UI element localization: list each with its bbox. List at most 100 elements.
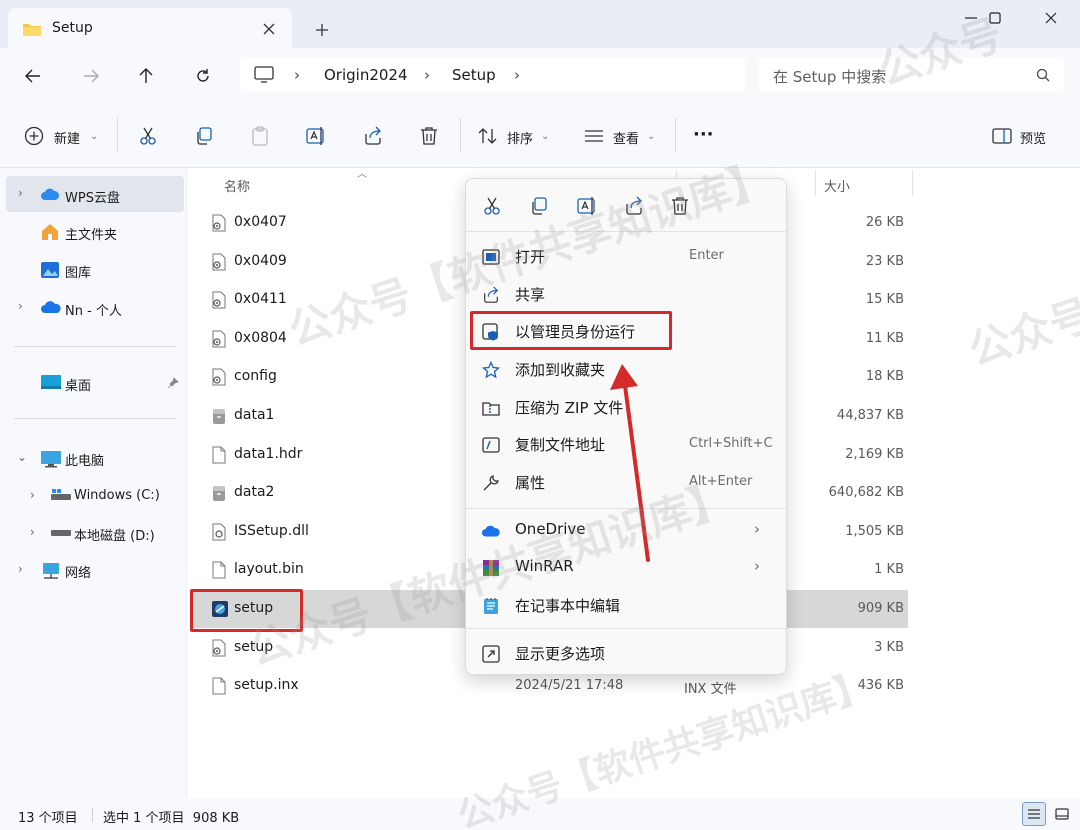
sidebar-item-label[interactable]: 桌面	[65, 375, 91, 394]
new-icon[interactable]	[22, 124, 46, 148]
file-name: data2	[234, 484, 275, 501]
sort-icon[interactable]	[476, 124, 500, 148]
menu-item-label: 显示更多选项	[515, 645, 606, 663]
file-size: 640,682 KB	[828, 485, 904, 501]
drive-icon	[50, 488, 72, 502]
share-icon[interactable]	[361, 124, 385, 148]
onedrive-icon	[40, 300, 62, 314]
back-button[interactable]	[18, 62, 48, 90]
preview-icon[interactable]	[990, 124, 1014, 148]
up-button[interactable]	[131, 62, 161, 90]
sidebar-item-label[interactable]: 本地磁盘 (D:)	[74, 525, 155, 544]
share-icon	[481, 285, 501, 305]
file-name: config	[234, 368, 277, 385]
menu-shortcut: Enter	[689, 248, 724, 263]
copy-path-icon	[481, 435, 501, 455]
delete-icon[interactable]	[417, 124, 441, 148]
onedrive-icon	[481, 521, 501, 541]
menu-shortcut: Alt+Enter	[689, 474, 753, 489]
delete-icon[interactable]	[668, 194, 692, 218]
view-button[interactable]: 查看	[613, 128, 639, 147]
column-divider[interactable]	[912, 170, 913, 196]
sidebar-divider	[14, 346, 176, 347]
chevron-down-icon: ⌄	[647, 131, 656, 142]
file-size: 436 KB	[857, 678, 904, 694]
menu-item-label: 属性	[515, 474, 546, 492]
submenu-chevron-icon: ›	[754, 557, 760, 575]
file-size: 15 KB	[865, 292, 904, 308]
chevron-down-icon: ⌄	[541, 131, 550, 142]
close-window-button[interactable]	[1028, 0, 1074, 36]
rename-icon[interactable]	[575, 194, 599, 218]
cut-icon[interactable]	[136, 124, 160, 148]
menu-item-label: 共享	[515, 286, 546, 304]
new-button[interactable]: 新建	[54, 128, 80, 147]
file-size: 1,505 KB	[845, 523, 904, 539]
settings-file-icon	[211, 253, 227, 271]
chevron-right-icon[interactable]: ›	[18, 562, 23, 576]
folder-icon	[22, 21, 42, 37]
copy-icon[interactable]	[527, 194, 551, 218]
file-name: data1	[234, 407, 275, 423]
forward-button[interactable]	[76, 62, 106, 90]
star-icon	[481, 360, 501, 380]
chevron-down-icon[interactable]: ⌄	[17, 450, 27, 464]
chevron-right-icon[interactable]: ›	[30, 488, 35, 502]
file-name: 0x0411	[234, 291, 287, 308]
cab-file-icon	[211, 407, 227, 425]
blank-file-icon	[211, 677, 227, 695]
menu-item-label: 打开	[515, 248, 546, 266]
menu-item-label: WinRAR	[515, 557, 574, 575]
sidebar-item-label: WPS云盘	[65, 191, 120, 206]
sidebar-item-label[interactable]: 图库	[65, 262, 91, 281]
file-name: ISSetup.dll	[234, 522, 309, 539]
sort-ascending-icon: ︿	[357, 169, 367, 180]
file-size: 909 KB	[857, 601, 904, 616]
column-divider[interactable]	[815, 170, 816, 196]
rename-icon[interactable]	[304, 124, 328, 148]
highlight-run-as-admin	[470, 311, 672, 350]
view-icon[interactable]	[582, 124, 606, 148]
breadcrumb-separator: ›	[514, 66, 520, 84]
preview-button[interactable]: 预览	[1020, 128, 1046, 147]
tab-setup[interactable]	[8, 8, 292, 48]
file-size: 23 KB	[865, 253, 904, 269]
new-tab-button[interactable]	[310, 18, 334, 42]
breadcrumb-setup[interactable]: Setup	[452, 66, 496, 84]
sidebar-item-label[interactable]: Nn - 个人	[65, 300, 122, 319]
chevron-right-icon[interactable]: ›	[18, 299, 23, 313]
tab-close-icon[interactable]	[258, 18, 280, 40]
submenu-chevron-icon: ›	[754, 520, 760, 538]
notepad-icon	[481, 596, 501, 616]
sidebar-item-label[interactable]: 网络	[65, 562, 91, 581]
sidebar-item-label[interactable]: Windows (C:)	[74, 488, 160, 503]
annotation-arrow	[610, 364, 650, 562]
maximize-button[interactable]	[972, 0, 1018, 36]
dll-file-icon	[211, 523, 227, 541]
file-size: 1 KB	[874, 562, 904, 578]
more-button[interactable]: ···	[693, 124, 714, 145]
tiles-view-button[interactable]	[1050, 802, 1074, 826]
sort-button[interactable]: 排序	[507, 128, 533, 147]
column-header-size[interactable]: 大小	[824, 176, 850, 195]
sidebar-item-label[interactable]: 主文件夹	[65, 224, 117, 243]
share-icon[interactable]	[622, 194, 646, 218]
blank-file-icon	[211, 561, 227, 579]
refresh-button[interactable]	[188, 62, 218, 90]
column-header-name[interactable]: 名称	[224, 176, 250, 195]
details-view-button[interactable]	[1022, 802, 1046, 826]
chevron-right-icon[interactable]: ›	[18, 186, 23, 200]
copy-icon[interactable]	[192, 124, 216, 148]
chevron-right-icon[interactable]: ›	[30, 525, 35, 539]
breadcrumb-origin2024[interactable]: Origin2024	[324, 66, 408, 84]
cut-icon[interactable]	[480, 194, 504, 218]
desktop-icon	[40, 374, 62, 390]
paste-icon[interactable]	[248, 124, 272, 148]
settings-file-icon	[211, 291, 227, 309]
pin-icon[interactable]	[167, 377, 179, 389]
cab-file-icon	[211, 484, 227, 502]
file-name: layout.bin	[234, 561, 304, 578]
wrench-icon	[481, 473, 501, 493]
sidebar-item-label[interactable]: 此电脑	[65, 450, 104, 469]
toolbar-divider	[117, 118, 118, 152]
